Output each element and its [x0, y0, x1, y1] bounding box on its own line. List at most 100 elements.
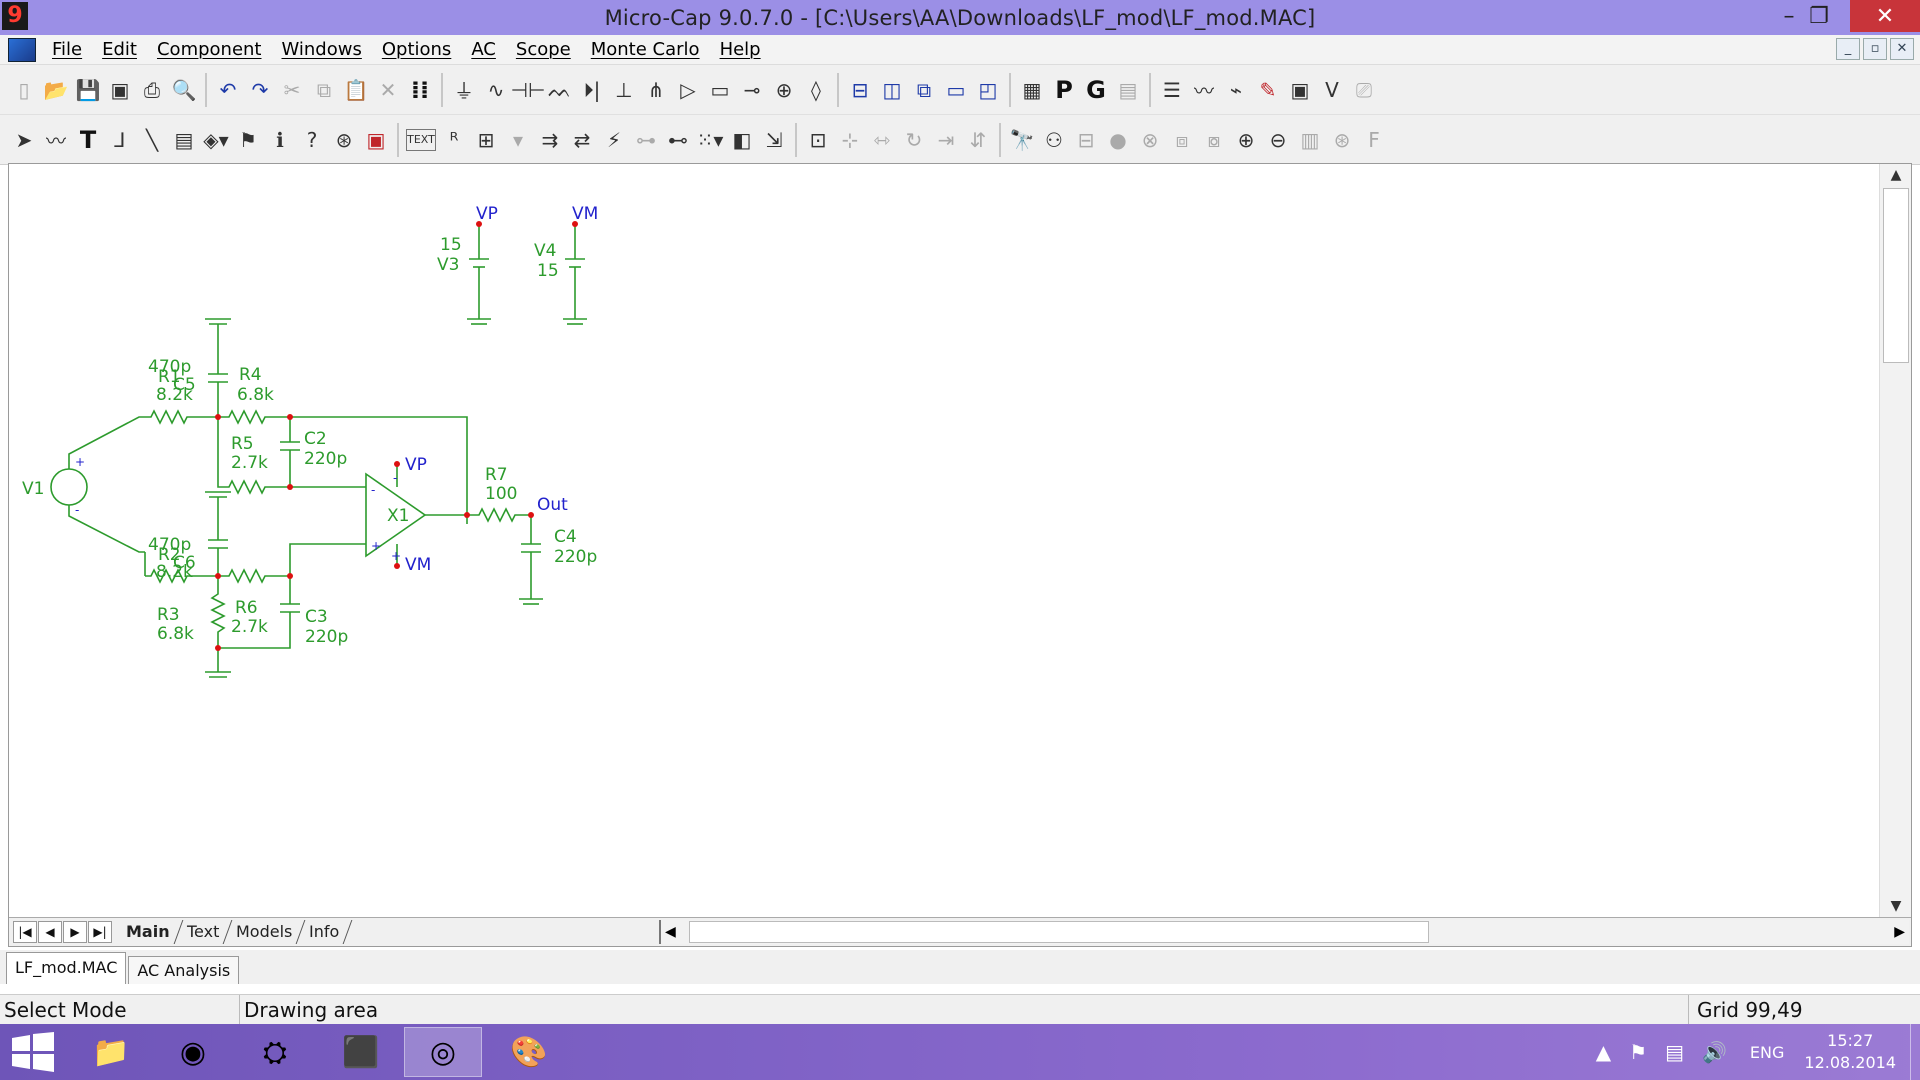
language-indicator[interactable]: ENG [1750, 1043, 1784, 1062]
r1-value-label[interactable]: 8.2k [156, 385, 193, 405]
sine-source-icon[interactable]: ◊ [800, 72, 832, 108]
flip-icon[interactable]: ⇥ [930, 122, 962, 158]
tile-horizontal-icon[interactable]: ⊟ [844, 72, 876, 108]
action-center-flag-icon[interactable]: ⚑ [1629, 1040, 1647, 1064]
node-voltages-icon[interactable]: ▾ [502, 122, 534, 158]
schematic-canvas[interactable]: VP VM 15 V3 V4 15 470p R1 C5 8.2k R4 6.8… [9, 164, 1879, 917]
mdi-minimize-button[interactable]: _ [1836, 38, 1860, 60]
v3-name-label[interactable]: V3 [437, 255, 459, 275]
attribute-display-icon[interactable]: ᴿ [438, 122, 470, 158]
calculator-icon[interactable]: ▦ [1016, 72, 1048, 108]
conditions-icon[interactable]: ⚡ [598, 122, 630, 158]
ground-icon[interactable]: ⏚ [448, 72, 480, 108]
menu-component[interactable]: Component [147, 39, 272, 60]
c4-name-label[interactable]: C4 [554, 527, 577, 547]
clock[interactable]: 15:27 12.08.2014 [1804, 1030, 1896, 1074]
properties-icon[interactable]: ⊡ [802, 122, 834, 158]
info-icon[interactable]: ⎚ [1348, 72, 1380, 108]
c4-value-label[interactable]: 220p [554, 547, 597, 567]
vertical-scrollbar[interactable]: ▲ ▼ [1879, 164, 1911, 917]
open-icon[interactable]: 📂 [40, 72, 72, 108]
zoom-out-icon[interactable]: ⊖ [1262, 122, 1294, 158]
v4-name-label[interactable]: V4 [534, 241, 556, 261]
cut-icon[interactable]: ✂ [276, 72, 308, 108]
menu-ac[interactable]: AC [461, 39, 506, 60]
c2-name-label[interactable]: C2 [304, 429, 327, 449]
mdi-close-button[interactable]: ✕ [1890, 38, 1914, 60]
windows-start-icon[interactable] [8, 1032, 56, 1072]
tab-main[interactable]: Main [113, 920, 183, 944]
globe-icon[interactable]: ⊛ [1326, 122, 1358, 158]
select-mode-icon[interactable]: ➤ [8, 122, 40, 158]
tray-chevron-icon[interactable]: ▲ [1596, 1040, 1611, 1064]
find-icon[interactable]: 🔭 [1006, 122, 1038, 158]
source-icon[interactable]: ⊕ [768, 72, 800, 108]
r6-value-label[interactable]: 2.7k [231, 617, 268, 637]
snapshot-icon[interactable]: ▥ [1294, 122, 1326, 158]
diode-icon[interactable]: ⏵| [576, 72, 608, 108]
vertical-scroll-thumb[interactable] [1883, 188, 1909, 363]
find-binoculars-icon[interactable]: ⚇ [1038, 122, 1070, 158]
diagonal-wire-icon[interactable]: ╲ [136, 122, 168, 158]
v3-value-label[interactable]: 15 [440, 235, 462, 255]
scroll-down-arrow-icon[interactable]: ▼ [1880, 895, 1912, 917]
rotate-icon[interactable]: ↻ [898, 122, 930, 158]
out-net-label[interactable]: Out [537, 495, 568, 515]
r4-name-label[interactable]: R4 [239, 365, 262, 385]
v4-value-label[interactable]: 15 [537, 261, 559, 281]
menu-windows[interactable]: Windows [272, 39, 372, 60]
save-all-icon[interactable]: ▣ [104, 72, 136, 108]
scroll-right-arrow-icon[interactable]: ▶ [1894, 920, 1905, 944]
app-icon[interactable]: 9 [2, 2, 28, 30]
border-icon[interactable]: ◧ [726, 122, 758, 158]
file-explorer-icon[interactable]: 📁 [72, 1027, 150, 1077]
acrobat-icon[interactable]: ⬛ [322, 1027, 400, 1077]
v1-name-label[interactable]: V1 [22, 479, 44, 499]
component-mode-icon[interactable]: ▣ [360, 122, 392, 158]
horizontal-scrollbar[interactable]: ◀ ▶ [659, 920, 1909, 944]
info-mode-icon[interactable]: ℹ [264, 122, 296, 158]
window-icon[interactable]: ▭ [940, 72, 972, 108]
menu-edit[interactable]: Edit [92, 39, 147, 60]
component-edit-icon[interactable]: ⌁ [1220, 72, 1252, 108]
mdi-restore-button[interactable]: ▫ [1863, 38, 1887, 60]
vp-net-label[interactable]: VP [476, 204, 498, 224]
menu-monte-carlo[interactable]: Monte Carlo [581, 39, 710, 60]
pencil-icon[interactable]: ✎ [1252, 72, 1284, 108]
x1-name-label[interactable]: X1 [387, 506, 409, 526]
grid-dots-icon[interactable]: ⁙▾ [694, 122, 726, 158]
x1-vm-label[interactable]: VM [405, 555, 431, 575]
opamp-icon[interactable]: ▷ [672, 72, 704, 108]
function-icon[interactable]: F [1358, 122, 1390, 158]
network-icon[interactable]: ▤ [1665, 1040, 1684, 1064]
cancel-icon[interactable]: ⊗ [1134, 122, 1166, 158]
mirror-icon[interactable]: ⇿ [866, 122, 898, 158]
analysis-icon[interactable]: ▣ [1284, 72, 1316, 108]
capacitor-icon[interactable]: ⊣⊢ [511, 72, 546, 108]
maximize-button[interactable]: ❐ [1790, 0, 1848, 32]
battery-icon[interactable]: ⊥ [608, 72, 640, 108]
node-numbers-icon[interactable]: ⊞ [470, 122, 502, 158]
doc-tab-circuit[interactable]: LF_mod.MAC [6, 952, 127, 984]
menu-help[interactable]: Help [710, 39, 771, 60]
show-desktop-button[interactable] [1910, 1024, 1920, 1080]
print-preview-icon[interactable]: 🔍 [168, 72, 200, 108]
r3-name-label[interactable]: R3 [157, 605, 180, 625]
scroll-up-arrow-icon[interactable]: ▲ [1880, 164, 1912, 186]
cursor-icon[interactable]: ⇲ [758, 122, 790, 158]
undo-icon[interactable]: ↶ [212, 72, 244, 108]
attributes-icon[interactable]: ☰ [1156, 72, 1188, 108]
zoom-in-icon[interactable]: ⊕ [1230, 122, 1262, 158]
close-button[interactable]: ✕ [1850, 0, 1920, 32]
microcap-taskbar-icon[interactable]: ◎ [404, 1027, 482, 1077]
first-page-icon[interactable]: |◀ [13, 921, 37, 943]
probe-p-icon[interactable]: P [1048, 72, 1080, 108]
bus-icon[interactable]: ▤ [168, 122, 200, 158]
chrome-icon[interactable]: ◉ [154, 1027, 232, 1077]
r6-name-label[interactable]: R6 [235, 598, 258, 618]
select-all-icon[interactable]: ⁞⁞ [404, 72, 436, 108]
clear-icon[interactable]: ✕ [372, 72, 404, 108]
menu-file[interactable]: File [42, 39, 92, 60]
group-icon[interactable]: ⧈ [1166, 122, 1198, 158]
paste-icon[interactable]: 📋 [340, 72, 372, 108]
